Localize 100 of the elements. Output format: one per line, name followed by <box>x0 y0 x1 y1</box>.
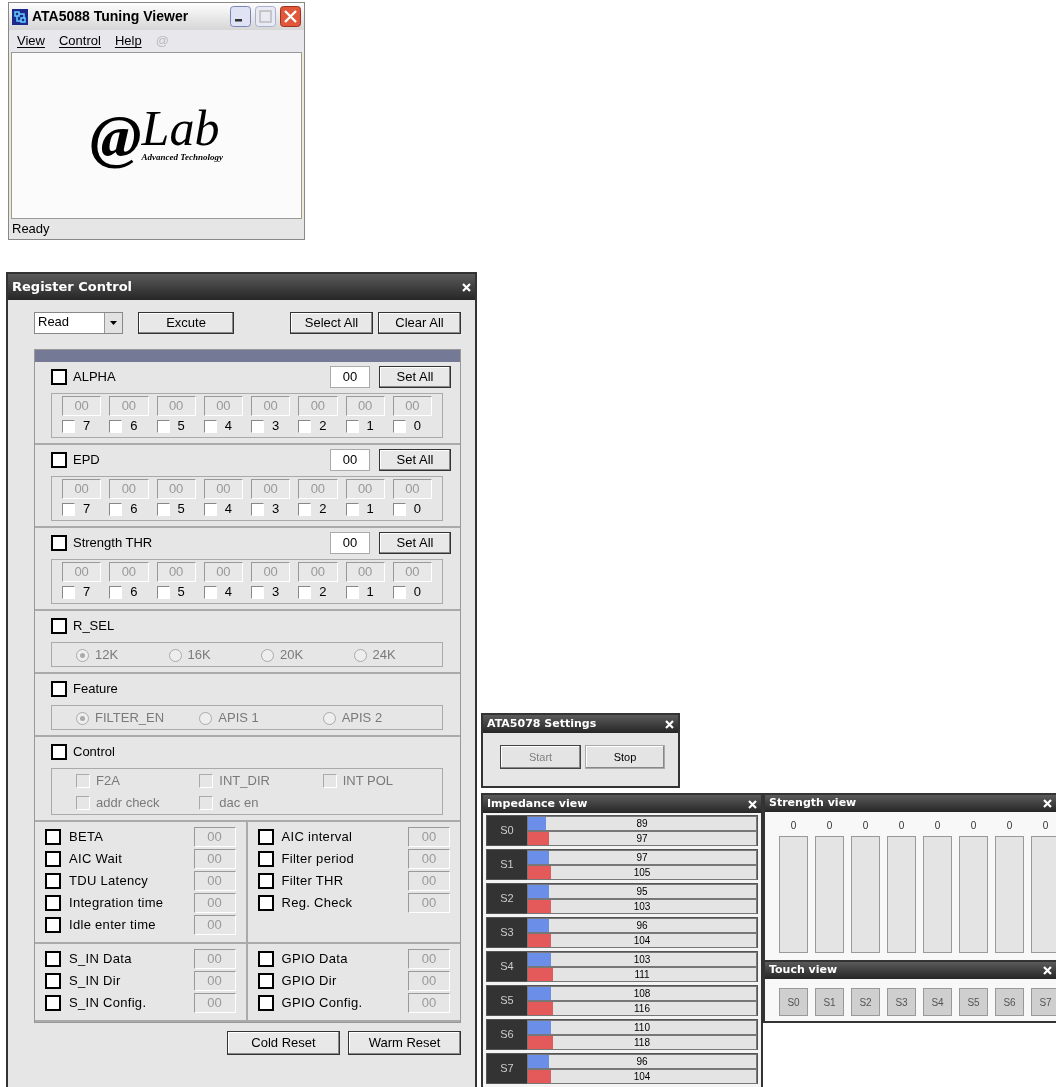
set-all-button[interactable]: Set All <box>379 531 451 554</box>
param-value-field[interactable]: 00 <box>408 871 450 891</box>
set-all-button[interactable]: Set All <box>379 365 451 388</box>
menu-item[interactable]: Control <box>58 31 101 51</box>
param-value-field[interactable]: 00 <box>408 849 450 869</box>
sensor-button[interactable]: S4 <box>923 988 952 1016</box>
param-value-field[interactable]: 00 <box>193 993 236 1013</box>
stop-button[interactable]: Stop <box>585 745 665 769</box>
checkbox[interactable] <box>345 585 359 599</box>
value-field[interactable]: 00 <box>330 448 370 471</box>
sensor-button[interactable]: S2 <box>851 988 880 1016</box>
close-icon[interactable] <box>280 6 301 27</box>
checkbox[interactable] <box>109 585 123 599</box>
bit-value-field[interactable]: 00 <box>203 479 243 499</box>
param-value-field[interactable]: 00 <box>193 915 236 935</box>
checkbox[interactable] <box>45 895 61 911</box>
sensor-button[interactable]: S0 <box>779 988 808 1016</box>
checkbox[interactable] <box>257 995 274 1011</box>
param-value-field[interactable]: 00 <box>193 871 236 891</box>
checkbox[interactable] <box>257 829 274 845</box>
sensor-button[interactable]: S1 <box>815 988 844 1016</box>
menu-item[interactable]: View <box>17 31 45 51</box>
checkbox[interactable] <box>62 502 75 516</box>
clear-all-button[interactable]: Clear All <box>378 312 461 334</box>
bit-value-field[interactable]: 00 <box>345 479 385 499</box>
checkbox[interactable] <box>45 873 61 889</box>
checkbox[interactable] <box>45 973 61 989</box>
param-value-field[interactable]: 00 <box>408 993 450 1013</box>
param-value-field[interactable]: 00 <box>193 949 236 969</box>
checkbox[interactable] <box>45 829 61 845</box>
checkbox[interactable] <box>251 585 264 599</box>
bit-value-field[interactable]: 00 <box>251 562 291 582</box>
value-field[interactable]: 00 <box>330 531 370 554</box>
bit-value-field[interactable]: 00 <box>251 396 291 416</box>
bit-value-field[interactable]: 00 <box>392 562 432 582</box>
bit-value-field[interactable]: 00 <box>62 562 102 582</box>
param-value-field[interactable]: 00 <box>193 971 236 991</box>
checkbox[interactable] <box>251 502 264 516</box>
checkbox[interactable] <box>257 973 274 989</box>
bit-value-field[interactable]: 00 <box>109 479 149 499</box>
param-value-field[interactable]: 00 <box>408 949 450 969</box>
bit-value-field[interactable]: 00 <box>298 479 338 499</box>
set-all-button[interactable]: Set All <box>379 448 451 471</box>
bit-value-field[interactable]: 00 <box>298 562 338 582</box>
param-value-field[interactable]: 00 <box>193 827 236 847</box>
bit-value-field[interactable]: 00 <box>251 479 291 499</box>
sensor-button[interactable]: S5 <box>959 988 988 1016</box>
checkbox[interactable] <box>298 419 312 433</box>
bit-value-field[interactable]: 00 <box>203 396 243 416</box>
checkbox[interactable] <box>62 419 75 433</box>
bit-value-field[interactable]: 00 <box>345 396 385 416</box>
bit-value-field[interactable]: 00 <box>109 562 149 582</box>
reset-button[interactable]: Cold Reset <box>227 1031 340 1055</box>
sensor-button[interactable]: S7 <box>1031 988 1056 1016</box>
checkbox[interactable] <box>156 502 170 516</box>
sensor-button[interactable]: S6 <box>995 988 1024 1016</box>
checkbox[interactable] <box>51 368 67 385</box>
bit-value-field[interactable]: 00 <box>156 562 196 582</box>
param-value-field[interactable]: 00 <box>193 849 236 869</box>
execute-button[interactable]: Excute <box>138 312 234 334</box>
checkbox[interactable] <box>345 419 359 433</box>
bit-value-field[interactable]: 00 <box>345 562 385 582</box>
checkbox[interactable] <box>251 419 264 433</box>
checkbox[interactable] <box>392 419 406 433</box>
checkbox[interactable] <box>257 851 274 867</box>
checkbox[interactable] <box>257 873 274 889</box>
checkbox[interactable] <box>298 502 312 516</box>
checkbox[interactable] <box>51 451 67 468</box>
bit-value-field[interactable]: 00 <box>62 479 102 499</box>
checkbox[interactable] <box>257 895 274 911</box>
checkbox[interactable] <box>156 419 170 433</box>
checkbox[interactable] <box>392 585 406 599</box>
value-field[interactable]: 00 <box>330 365 370 388</box>
checkbox[interactable] <box>51 534 67 551</box>
checkbox[interactable] <box>45 917 61 933</box>
checkbox[interactable] <box>345 502 359 516</box>
checkbox[interactable] <box>109 502 123 516</box>
bit-value-field[interactable]: 00 <box>392 396 432 416</box>
minimize-icon[interactable] <box>230 6 251 27</box>
checkbox[interactable] <box>156 585 170 599</box>
bit-value-field[interactable]: 00 <box>62 396 102 416</box>
bit-value-field[interactable]: 00 <box>392 479 432 499</box>
bit-value-field[interactable]: 00 <box>156 396 196 416</box>
mode-dropdown[interactable]: Read <box>34 312 123 334</box>
checkbox[interactable] <box>109 419 123 433</box>
checkbox[interactable] <box>45 851 61 867</box>
param-value-field[interactable]: 00 <box>408 893 450 913</box>
sensor-button[interactable]: S3 <box>887 988 916 1016</box>
checkbox[interactable] <box>45 995 61 1011</box>
checkbox[interactable] <box>45 951 61 967</box>
bit-value-field[interactable]: 00 <box>109 396 149 416</box>
bit-value-field[interactable]: 00 <box>156 479 196 499</box>
checkbox[interactable] <box>392 502 406 516</box>
checkbox[interactable] <box>203 502 217 516</box>
param-value-field[interactable]: 00 <box>193 893 236 913</box>
select-all-button[interactable]: Select All <box>290 312 373 334</box>
checkbox[interactable] <box>257 951 274 967</box>
checkbox[interactable] <box>62 585 75 599</box>
checkbox[interactable] <box>203 585 217 599</box>
param-value-field[interactable]: 00 <box>408 827 450 847</box>
